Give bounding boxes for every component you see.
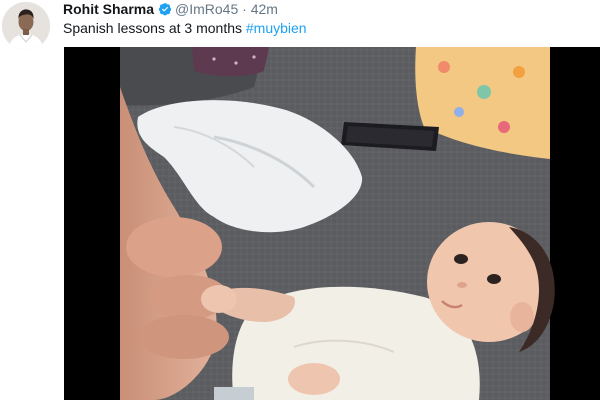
tweet-text: Spanish lessons at 3 months #muybien [63,19,307,37]
tweet-body: Spanish lessons at 3 months [63,20,246,36]
tweet: Rohit Sharma @ImRo45 · 42m Spanish lesson… [0,0,600,400]
tweet-header: Rohit Sharma @ImRo45 · 42m [63,0,278,18]
user-handle[interactable]: @ImRo45 [175,1,238,17]
avatar[interactable] [2,2,50,50]
display-name[interactable]: Rohit Sharma [63,1,154,17]
verified-badge-icon [158,2,172,16]
profile-photo [2,2,50,50]
tweet-video[interactable] [64,47,600,400]
separator-dot: · [242,1,247,17]
video-frame [64,47,600,400]
tweet-timestamp[interactable]: 42m [251,1,278,17]
hashtag-link[interactable]: #muybien [246,20,307,36]
